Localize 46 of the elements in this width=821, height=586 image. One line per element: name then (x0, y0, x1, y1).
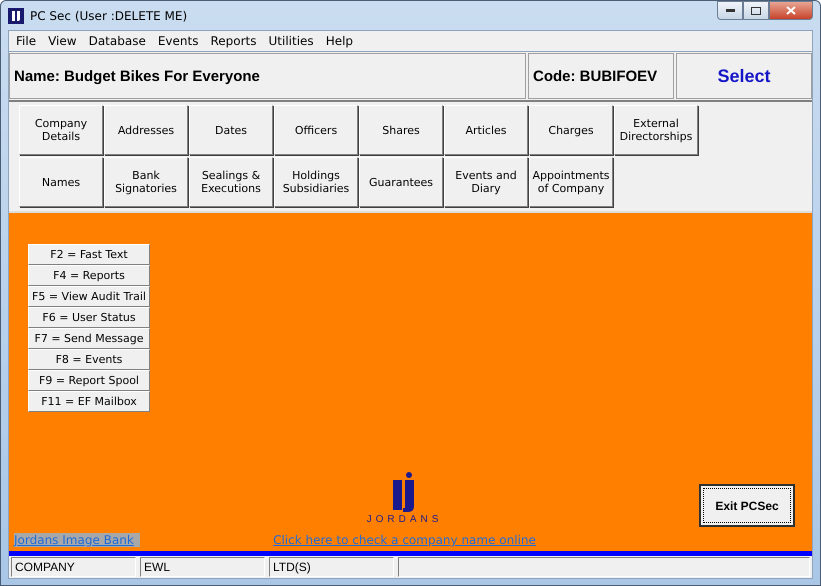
function-key-button[interactable]: F8 = Events (28, 349, 150, 370)
maximize-button[interactable] (743, 1, 769, 20)
nav-button[interactable]: Shares (359, 105, 443, 155)
menu-item[interactable]: Reports (205, 34, 264, 48)
app-icon (8, 8, 24, 24)
nav-button[interactable]: Events and Diary (444, 157, 528, 207)
nav-button[interactable]: Appointments of Company (529, 157, 613, 207)
nav-button[interactable]: Company Details (19, 105, 103, 155)
minimize-icon (726, 9, 734, 12)
company-name: Name: Budget Bikes For Everyone (9, 53, 526, 99)
logo-text: JORDANS (366, 514, 442, 525)
company-code: Code: BUBIFOEV (528, 53, 674, 99)
nav-button[interactable]: Officers (274, 105, 358, 155)
menu-item[interactable]: Events (152, 34, 206, 48)
menu-item[interactable]: File (11, 34, 44, 48)
maximize-icon (751, 6, 761, 14)
function-key-button[interactable]: F9 = Report Spool (28, 370, 150, 391)
function-key-button[interactable]: F6 = User Status (28, 307, 150, 328)
nav-button[interactable]: Names (19, 157, 103, 207)
exit-button[interactable]: Exit PCSec (699, 484, 795, 527)
menu-item[interactable]: Utilities (264, 34, 321, 48)
menu-item[interactable]: Database (84, 34, 153, 48)
select-button[interactable]: Select (676, 53, 812, 99)
minimize-button[interactable] (717, 1, 743, 20)
status-cell: EWL (140, 557, 265, 577)
window-title: PC Sec (User :DELETE ME) (30, 8, 188, 22)
close-icon (786, 6, 796, 15)
nav-button[interactable]: External Directorships (614, 105, 698, 155)
function-key-button[interactable]: F7 = Send Message (28, 328, 150, 349)
nav-button[interactable]: Bank Signatories (104, 157, 188, 207)
function-key-button[interactable]: F5 = View Audit Trail (28, 286, 150, 307)
menu-item[interactable]: Help (320, 34, 360, 48)
nav-button[interactable]: Dates (189, 105, 273, 155)
status-cell: COMPANY (11, 557, 136, 577)
menu-item[interactable]: View (43, 34, 84, 48)
nav-button[interactable]: Articles (444, 105, 528, 155)
close-button[interactable] (769, 1, 813, 20)
nav-button[interactable]: Addresses (104, 105, 188, 155)
status-cell: LTD(S) (269, 557, 394, 577)
nav-button[interactable]: Sealings & Executions (189, 157, 273, 207)
nav-button[interactable]: Guarantees (359, 157, 443, 207)
function-key-button[interactable]: F4 = Reports (28, 265, 150, 286)
nav-button[interactable]: Holdings Subsidiaries (274, 157, 358, 207)
nav-button[interactable]: Charges (529, 105, 613, 155)
function-key-button[interactable]: F2 = Fast Text (28, 244, 150, 265)
function-key-button[interactable]: F11 = EF Mailbox (28, 391, 150, 412)
